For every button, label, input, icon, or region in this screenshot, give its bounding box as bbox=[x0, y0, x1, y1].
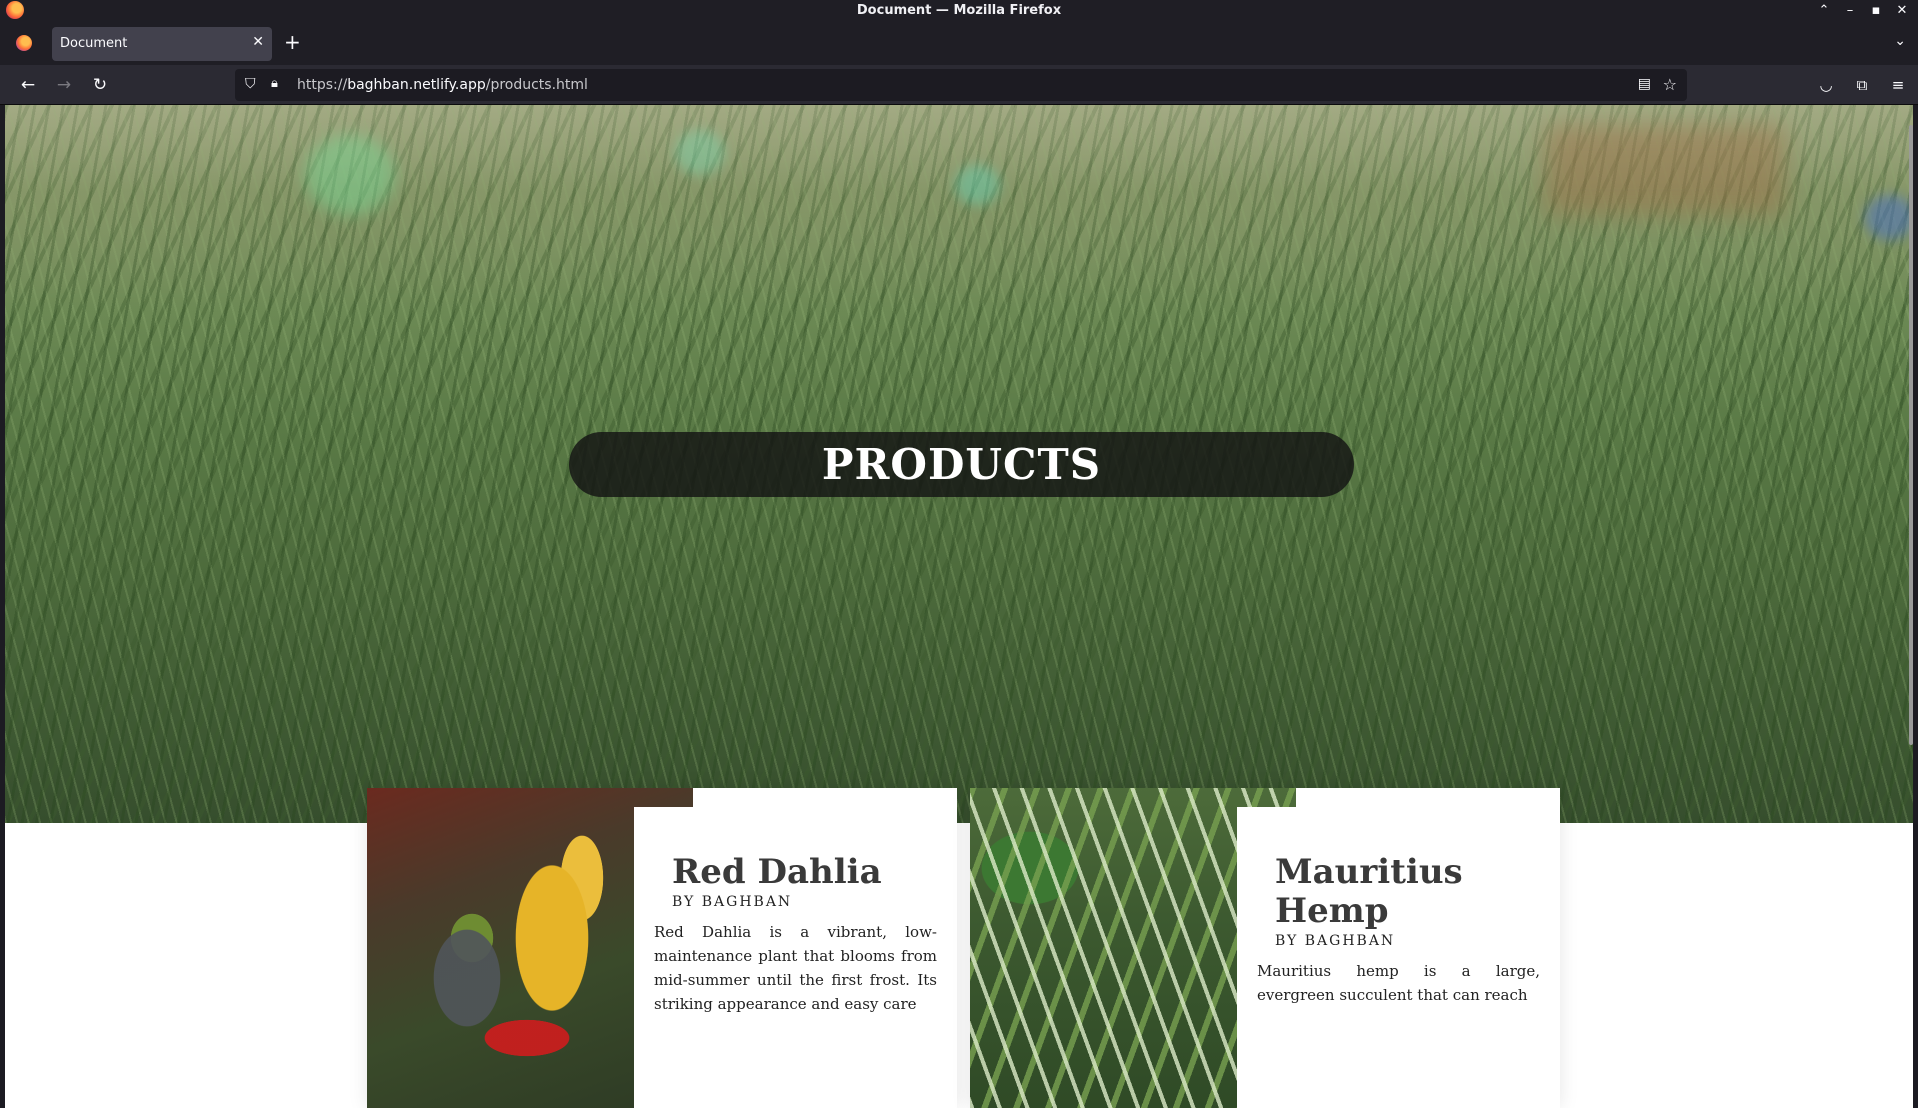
hero-banner: PRODUCTS bbox=[5, 105, 1913, 823]
reload-icon[interactable]: ↻ bbox=[88, 73, 112, 97]
navigation-toolbar: ← → ↻ ⛉ 🔒︎ https://baghban.netlify.app/p… bbox=[0, 65, 1918, 105]
product-name: Red Dahlia bbox=[672, 852, 882, 892]
new-tab-icon[interactable]: + bbox=[284, 30, 301, 54]
product-byline: BY BAGHBAN bbox=[1275, 933, 1396, 949]
tab-label: Document bbox=[60, 36, 128, 51]
lock-icon[interactable]: 🔒︎ bbox=[271, 76, 278, 91]
reader-view-icon[interactable]: ▤ bbox=[1638, 76, 1651, 92]
hero-bokeh bbox=[305, 135, 395, 215]
window-controls: ⌃ – ▪ ✕ bbox=[1814, 0, 1912, 21]
firefox-view-icon[interactable] bbox=[16, 35, 32, 51]
maximize-icon[interactable]: ▪ bbox=[1866, 3, 1886, 18]
page-viewport: PRODUCTS Red Dahlia BY BAGHBAN Red Dahli… bbox=[5, 105, 1913, 1108]
window-titlebar: Document — Mozilla Firefox ⌃ – ▪ ✕ bbox=[0, 0, 1918, 21]
page-title: PRODUCTS bbox=[821, 440, 1102, 489]
collapse-icon[interactable]: ⌃ bbox=[1814, 3, 1834, 18]
product-description: Mauritius hemp is a large, evergreen suc… bbox=[1257, 962, 1540, 1004]
pocket-icon[interactable]: ◡ bbox=[1814, 73, 1838, 97]
product-byline: BY BAGHBAN bbox=[672, 894, 793, 910]
product-name: Mauritius Hemp bbox=[1275, 852, 1463, 931]
extensions-icon[interactable]: ⧉ bbox=[1850, 73, 1874, 97]
toolbar-right-icons: ◡ ⧉ ≡ bbox=[1814, 73, 1910, 97]
hamburger-menu-icon[interactable]: ≡ bbox=[1886, 73, 1910, 97]
back-arrow-icon[interactable]: ← bbox=[16, 73, 40, 97]
window-title: Document — Mozilla Firefox bbox=[856, 3, 1062, 18]
tab-bar: Document ✕ + ⌄ bbox=[0, 21, 1918, 65]
page-scrollbar[interactable] bbox=[1909, 125, 1913, 745]
forward-arrow-icon[interactable]: → bbox=[52, 73, 76, 97]
hero-bokeh bbox=[1545, 125, 1785, 215]
hero-bokeh bbox=[675, 130, 725, 175]
close-window-icon[interactable]: ✕ bbox=[1892, 3, 1912, 18]
hero-bokeh bbox=[955, 165, 1000, 205]
bookmark-star-icon[interactable]: ☆ bbox=[1663, 75, 1677, 94]
product-description: Red Dahlia is a vibrant, low-maintenance… bbox=[654, 923, 937, 1013]
hero-bokeh bbox=[1865, 195, 1913, 240]
product-info: Red Dahlia BY BAGHBAN Red Dahlia is a vi… bbox=[634, 807, 957, 1108]
product-info: Mauritius Hemp BY BAGHBAN Mauritius hemp… bbox=[1237, 807, 1560, 1108]
product-card[interactable]: Red Dahlia BY BAGHBAN Red Dahlia is a vi… bbox=[367, 788, 957, 1108]
product-card[interactable]: Mauritius Hemp BY BAGHBAN Mauritius hemp… bbox=[970, 788, 1560, 1108]
url-bar[interactable]: ⛉ 🔒︎ https://baghban.netlify.app/product… bbox=[235, 69, 1687, 101]
tab-document[interactable]: Document ✕ bbox=[52, 27, 272, 61]
close-tab-icon[interactable]: ✕ bbox=[252, 34, 264, 50]
hero-title-pill: PRODUCTS bbox=[569, 432, 1354, 497]
minimize-icon[interactable]: – bbox=[1840, 3, 1860, 18]
list-all-tabs-icon[interactable]: ⌄ bbox=[1894, 33, 1906, 49]
url-text[interactable]: https://baghban.netlify.app/products.htm… bbox=[297, 77, 588, 93]
tracking-shield-icon[interactable]: ⛉ bbox=[245, 76, 256, 92]
